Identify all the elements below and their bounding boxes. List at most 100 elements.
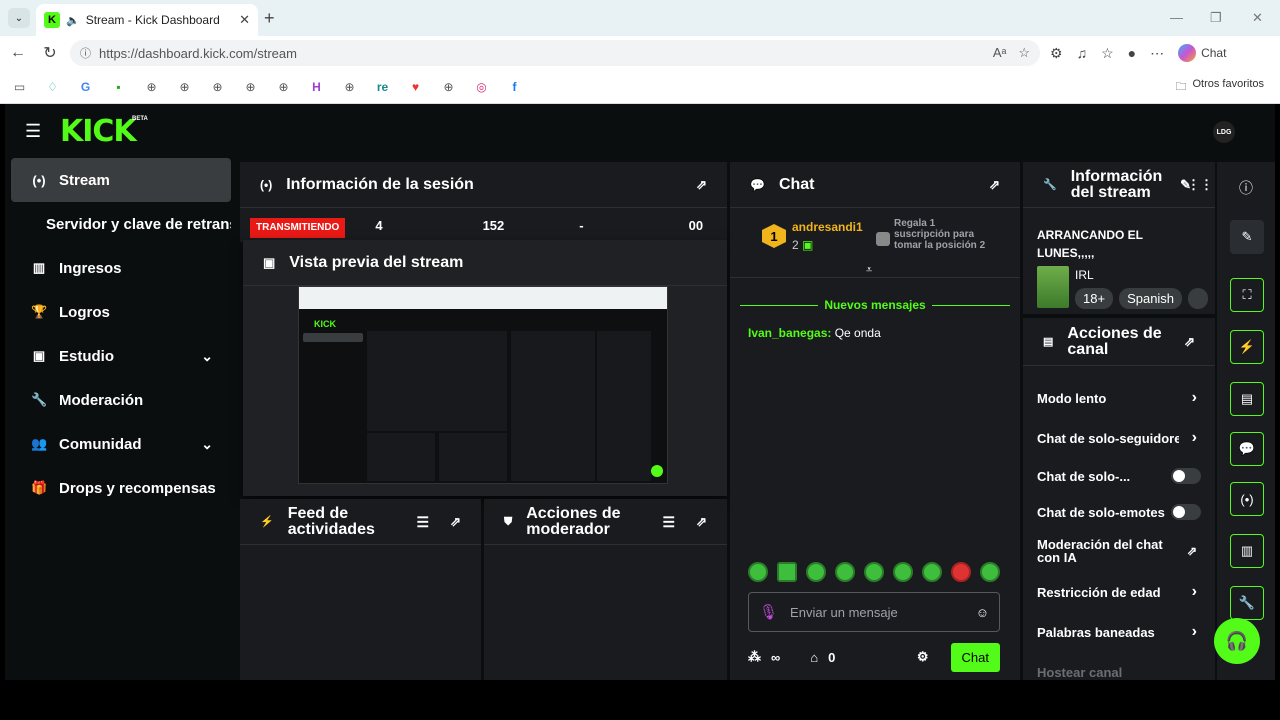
menu-hamburger-icon[interactable]: ☰ [25, 122, 41, 140]
close-tab-icon[interactable]: ✕ [239, 12, 250, 28]
gift-prompt-text[interactable]: Regala 1 suscripción para tomar la posic… [894, 218, 994, 251]
speaker-icon[interactable]: 🔈 [66, 14, 80, 27]
microphone-icon[interactable]: 🎙 [759, 603, 778, 621]
emote-icon[interactable] [951, 562, 971, 582]
action-restriccion-edad[interactable]: Restricción de edad › [1023, 572, 1215, 612]
bookmark-globe-icon[interactable]: ⊕ [208, 79, 227, 95]
bookmark-flag-icon[interactable]: ▪ [109, 79, 128, 95]
bookmark-globe-icon[interactable]: ⊕ [439, 79, 458, 95]
emote-icon[interactable] [835, 562, 855, 582]
action-moderacion-ia[interactable]: Moderación del chat con IA ⇗ [1023, 530, 1215, 572]
tab-list-button[interactable]: ⌄ [8, 8, 30, 28]
channel-points-icon[interactable]: ⁂ [748, 649, 761, 665]
sidebar-item-ingresos[interactable]: ▥ Ingresos [11, 246, 231, 290]
sidebar-item-stream-key[interactable]: Servidor y clave de retransmisión [11, 202, 231, 246]
action-modo-lento[interactable]: Modo lento › [1023, 378, 1215, 418]
popout-icon[interactable]: ⇗ [450, 514, 461, 530]
edit-layout-button[interactable]: ✎ [1230, 220, 1264, 254]
emoji-icon[interactable]: ☺ [976, 605, 989, 620]
rail-button-expand[interactable]: ⛶ [1230, 278, 1264, 312]
help-button[interactable]: 🎧 [1214, 618, 1260, 664]
drag-handle-icon[interactable]: ⋮⋮ [1187, 177, 1213, 193]
leaderboard-username[interactable]: andresandi1 [792, 220, 863, 234]
popout-icon[interactable]: ⇗ [696, 177, 707, 193]
rail-button-broadcast[interactable]: (•) [1230, 482, 1264, 516]
extensions-icon[interactable]: ⚙ [1050, 45, 1063, 62]
maximize-icon[interactable]: ❐ [1210, 10, 1222, 26]
popout-icon[interactable]: ⇗ [696, 514, 707, 530]
refresh-icon[interactable]: ↻ [34, 43, 66, 63]
more-menu-icon[interactable]: ⋯ [1150, 45, 1164, 62]
sidebar-item-drops[interactable]: 🎁 Drops y recompensas [11, 466, 231, 510]
sidebar-item-moderacion[interactable]: 🔧 Moderación [11, 378, 231, 422]
sidebar-item-stream[interactable]: (•) Stream [11, 158, 231, 202]
bookmark-re-icon[interactable]: re [373, 79, 392, 95]
info-icon[interactable]: ⓘ [1239, 178, 1253, 198]
chat-settings-icon[interactable]: ⚙ [917, 649, 929, 665]
favorites-icon[interactable]: ☆ [1101, 45, 1114, 62]
popout-icon[interactable]: ⇗ [1184, 334, 1195, 350]
new-messages-divider[interactable]: Nuevos mensajes [740, 298, 1011, 312]
toggle-switch[interactable] [1171, 504, 1201, 520]
read-aloud-icon[interactable]: Aᵃ [993, 45, 1007, 61]
action-hostear-canal[interactable]: Hostear canal [1023, 652, 1215, 680]
rail-button-tools[interactable]: 🔧 [1230, 586, 1264, 620]
bookmark-globe-icon[interactable]: ⊕ [142, 79, 161, 95]
close-window-icon[interactable]: ✕ [1252, 10, 1263, 26]
bookmark-globe-icon[interactable]: ⊕ [340, 79, 359, 95]
favorite-star-icon[interactable]: ☆ [1018, 45, 1030, 61]
filter-icon[interactable]: ☰ [662, 514, 675, 530]
bookmark-globe-icon[interactable]: ⊕ [241, 79, 260, 95]
profile-icon[interactable]: ● [1128, 45, 1136, 61]
action-solo-suscriptores[interactable]: Chat de solo-... [1023, 458, 1215, 494]
emote-icon[interactable] [893, 562, 913, 582]
action-solo-seguidores[interactable]: Chat de solo-seguidores › [1023, 418, 1215, 458]
tag-badge[interactable]: 18+ [1075, 288, 1114, 309]
category-thumbnail[interactable] [1037, 266, 1069, 308]
copilot-chat-button[interactable]: Chat [1178, 44, 1226, 62]
other-favorites-folder[interactable]: 🗀 Otros favoritos [1175, 78, 1264, 97]
site-info-icon[interactable]: ⓘ [80, 45, 91, 61]
collapse-icon[interactable]: ⩡ [866, 264, 872, 277]
sidebar-item-comunidad[interactable]: 👥 Comunidad ⌄ [11, 422, 231, 466]
bookmark-instagram-icon[interactable]: ◎ [472, 79, 491, 95]
back-icon[interactable]: ← [2, 44, 34, 62]
chat-input[interactable]: 🎙 Enviar un mensaje ☺ [748, 592, 1000, 632]
bookmark-globe-icon[interactable]: ⊕ [274, 79, 293, 95]
bookmark-bar-icon[interactable]: ▭ [10, 79, 29, 95]
bookmark-h-icon[interactable]: H [307, 79, 326, 95]
rail-button-notes[interactable]: ▤ [1230, 382, 1264, 416]
bookmark-leaf-icon[interactable]: ♢ [43, 79, 62, 95]
bookmark-google-icon[interactable]: G [76, 79, 95, 95]
stream-preview-video[interactable]: KICK [298, 286, 668, 484]
bookmark-globe-icon[interactable]: ⊕ [175, 79, 194, 95]
bookmark-facebook-icon[interactable]: f [505, 79, 524, 95]
media-icon[interactable]: ♫ [1077, 45, 1088, 61]
action-solo-emotes[interactable]: Chat de solo-emotes [1023, 494, 1215, 530]
emote-icon[interactable] [980, 562, 1000, 582]
user-avatar[interactable]: LDG [1213, 121, 1235, 143]
tag-badge[interactable]: Spanish [1119, 288, 1183, 309]
chat-send-button[interactable]: Chat [950, 642, 1000, 672]
rail-button-activity[interactable]: ⚡ [1230, 330, 1264, 364]
emote-icon[interactable] [806, 562, 826, 582]
sidebar-item-estudio[interactable]: ▣ Estudio ⌄ [11, 334, 231, 378]
rail-button-chat[interactable]: 💬 [1230, 432, 1264, 466]
store-icon[interactable]: ⌂ [810, 650, 818, 665]
action-palabras-baneadas[interactable]: Palabras baneadas › [1023, 612, 1215, 652]
browser-tab[interactable]: K 🔈 Stream - Kick Dashboard ✕ [36, 4, 258, 36]
filter-icon[interactable]: ☰ [416, 514, 429, 530]
sidebar-item-logros[interactable]: 🏆 Logros [11, 290, 231, 334]
toggle-switch[interactable] [1171, 468, 1201, 484]
bookmark-heart-icon[interactable]: ♥ [406, 79, 425, 95]
minimize-icon[interactable]: — [1170, 10, 1183, 25]
new-tab-button[interactable]: + [264, 8, 275, 29]
rail-button-channel[interactable]: ▥ [1230, 534, 1264, 568]
chat-message-user[interactable]: Ivan_banegas: [748, 326, 831, 340]
emote-icon[interactable] [777, 562, 797, 582]
tag-badge-overflow[interactable] [1188, 288, 1208, 309]
emote-icon[interactable] [748, 562, 768, 582]
kick-logo[interactable]: KICK [60, 114, 137, 149]
emote-icon[interactable] [922, 562, 942, 582]
address-bar[interactable]: ⓘ https://dashboard.kick.com/stream Aᵃ ☆ [70, 40, 1040, 66]
